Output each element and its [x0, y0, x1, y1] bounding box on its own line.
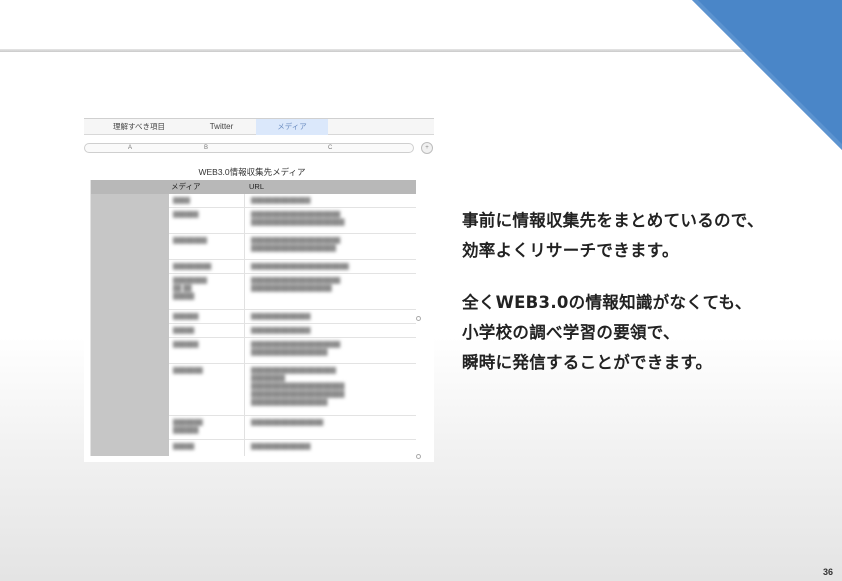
blurred-url: ████████████████████████████████████████… — [251, 368, 345, 406]
corner-accent-triangle — [692, 0, 842, 150]
column-label-a[interactable]: A — [128, 143, 132, 153]
blurred-url: █████████████████████ ██████████████████ — [251, 342, 341, 356]
table-row[interactable]: ██████ ██████████████ — [169, 310, 416, 324]
table-row[interactable]: ██████ █████████████████████ ████████████… — [169, 338, 416, 364]
resize-handle-icon[interactable] — [416, 316, 421, 321]
table-row[interactable]: ██████ █████████████████████ ████████████… — [169, 208, 416, 234]
slide-body-text: 事前に情報収集先をまとめているので、 効率よくリサーチできます。 全くWEB3.… — [462, 206, 832, 378]
blurred-media-name: ███████ ██████ — [173, 420, 203, 434]
tab-twitter[interactable]: Twitter — [184, 119, 259, 135]
column-header-frame — [84, 143, 414, 153]
blurred-media-name: ██████ — [173, 314, 199, 320]
table-row[interactable]: ████ ██████████████ — [169, 194, 416, 208]
blurred-media-name: ████████ ██ ██ █████ — [173, 278, 208, 300]
blurred-url: ██████████████ — [251, 328, 311, 334]
table-row[interactable]: █████ ██████████████ — [169, 324, 416, 338]
column-label-b[interactable]: B — [204, 143, 208, 153]
blurred-media-name: ████████ — [173, 238, 208, 244]
resize-handle-icon[interactable] — [416, 454, 421, 459]
paragraph-2-line-2: 小学校の調べ学習の要領で、 — [462, 323, 680, 342]
media-table: メディア URL ████ ██████████████ ██████ ████… — [90, 180, 421, 459]
table-row[interactable]: █████████ ███████████████████████ — [169, 260, 416, 274]
column-label-c[interactable]: C — [328, 143, 332, 153]
tab-understand-items[interactable]: 理解すべき項目 — [94, 119, 184, 135]
blurred-media-name: █████████ — [173, 264, 212, 270]
blurred-media-name: ████ — [173, 198, 191, 204]
blurred-url: ██████████████ — [251, 314, 311, 320]
blurred-url: ██████████████ — [251, 198, 311, 204]
blurred-media-name: █████ — [173, 328, 195, 334]
table-left-column — [91, 194, 169, 456]
table-row[interactable]: ███████ ████████████████████ ████████ ████… — [169, 364, 416, 416]
paragraph-2-line-3: 瞬時に発信することができます。 — [462, 353, 713, 372]
paragraph-1-line-1: 事前に情報収集先をまとめているので、 — [462, 211, 764, 230]
blurred-media-name: ██████ — [173, 342, 199, 348]
page-number: 36 — [822, 567, 833, 577]
tab-media[interactable]: メディア — [256, 119, 328, 135]
add-column-icon[interactable]: + — [421, 142, 433, 154]
blurred-media-name: ███████ — [173, 368, 203, 374]
blurred-media-name: ██████ — [173, 212, 199, 218]
blurred-url: █████████████████████ ███████████████████ — [251, 278, 341, 292]
blurred-media-name: █████ — [173, 444, 195, 450]
blurred-url: ████████████████████████████████████████… — [251, 238, 341, 252]
blurred-url: ████████████████████████████████████████… — [251, 212, 345, 226]
paragraph-2-line-1: 全くWEB3.0の情報知識がなくても、 — [462, 293, 752, 312]
table-row[interactable]: █████ ██████████████ — [169, 440, 416, 456]
table-body: ████ ██████████████ ██████ █████████████… — [169, 194, 416, 456]
blurred-url: ██████████████ — [251, 444, 311, 450]
sheet-tab-bar: 理解すべき項目 Twitter メディア — [84, 118, 434, 135]
paragraph-1-line-2: 効率よくリサーチできます。 — [462, 241, 679, 260]
blurred-url: █████████████████ — [251, 420, 324, 426]
header-url: URL — [249, 182, 265, 191]
table-row[interactable]: ████████ ██ ██ █████ █████████████████████… — [169, 274, 416, 310]
table-row[interactable]: ███████ ██████ █████████████████ — [169, 416, 416, 440]
blurred-url: ███████████████████████ — [251, 264, 349, 270]
spreadsheet-screenshot: 理解すべき項目 Twitter メディア A B C + WEB3.0情報収集先… — [84, 118, 434, 462]
header-media: メディア — [171, 182, 201, 191]
sheet-title: WEB3.0情報収集先メディア — [198, 167, 306, 177]
column-header-bar: A B C + — [84, 142, 434, 154]
table-header-row: メディア URL — [91, 180, 416, 194]
table-row[interactable]: ████████ █████████████████████ ██████████… — [169, 234, 416, 260]
